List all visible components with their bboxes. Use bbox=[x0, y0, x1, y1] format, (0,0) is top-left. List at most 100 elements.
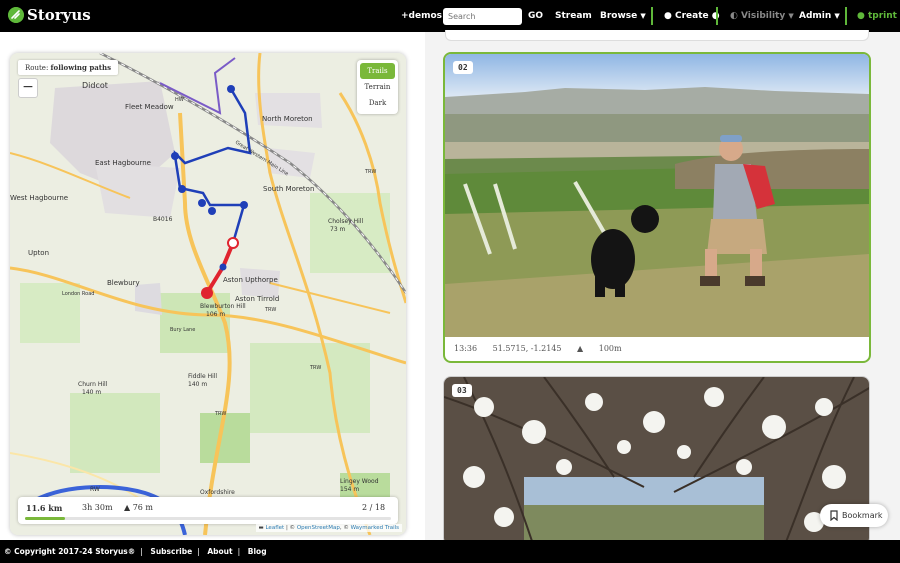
route-map[interactable]: Didcot Fleet Meadow North Moreton East Hagb… bbox=[10, 53, 406, 535]
bullet-icon: ● bbox=[664, 11, 672, 21]
map-place-label: Blewbury bbox=[107, 279, 140, 287]
route-label-prefix: Route: bbox=[25, 64, 49, 72]
uk-flag-icon: ▬ bbox=[258, 525, 264, 531]
logo-text: Storyus bbox=[27, 6, 91, 24]
map-tiles[interactable]: Didcot Fleet Meadow North Moreton East Hagb… bbox=[10, 53, 406, 535]
zoom-out-button[interactable]: − bbox=[18, 78, 38, 98]
waypoint-marker[interactable] bbox=[171, 152, 179, 160]
field-area bbox=[160, 293, 230, 353]
map-place-label: West Hagbourne bbox=[10, 194, 68, 202]
map-place-label: Bury Lane bbox=[170, 327, 195, 333]
waypoint-marker[interactable] bbox=[198, 199, 206, 207]
waypoint-marker[interactable] bbox=[227, 85, 235, 93]
admin-menu[interactable]: Admin ▼ bbox=[799, 0, 840, 32]
ascent-stat: ▲ 76 m bbox=[124, 503, 153, 512]
ascent-triangle-icon: ▲ bbox=[124, 503, 131, 512]
distance-unit: km bbox=[48, 503, 63, 513]
map-place-label: B4016 bbox=[153, 216, 173, 223]
user-menu[interactable]: ● tprint bbox=[857, 0, 897, 32]
demos-link[interactable]: +demos bbox=[401, 0, 442, 32]
map-place-label: Fleet Meadow bbox=[125, 103, 174, 111]
map-place-label: Blewburton Hill bbox=[200, 303, 246, 310]
map-place-label: 154 m bbox=[340, 486, 359, 493]
osm-link[interactable]: OpenStreetMap bbox=[297, 525, 340, 531]
photo-position: 2 / 18 bbox=[362, 503, 386, 512]
progress-track[interactable] bbox=[25, 517, 391, 520]
map-place-label: TRW bbox=[364, 169, 376, 175]
field-area bbox=[70, 393, 160, 473]
map-place-label: TRW bbox=[214, 411, 226, 417]
field-area bbox=[310, 193, 390, 273]
waypoint-marker[interactable] bbox=[240, 201, 248, 209]
map-place-label: East Hagbourne bbox=[95, 159, 151, 167]
map-place-label: Churn Hill bbox=[78, 381, 108, 388]
photo-elevation: ▲ 100m bbox=[577, 344, 635, 353]
create-menu[interactable]: ● Create ● bbox=[664, 0, 720, 32]
subscribe-link[interactable]: Subscribe bbox=[150, 547, 192, 556]
distance-value: 11.6 bbox=[26, 503, 46, 513]
online-dot-icon: ● bbox=[857, 11, 865, 21]
elevation-triangle-icon: ▲ bbox=[577, 344, 584, 353]
visibility-menu[interactable]: ◐ Visibility ▼ bbox=[730, 0, 794, 32]
map-place-label: Cholsey Hill bbox=[328, 218, 363, 225]
caret-down-icon: ▼ bbox=[640, 12, 646, 20]
map-place-label: 73 m bbox=[330, 226, 346, 233]
stream-link[interactable]: Stream bbox=[555, 0, 592, 32]
active-waypoint-marker[interactable] bbox=[201, 287, 213, 299]
about-link[interactable]: About bbox=[207, 547, 232, 556]
photo-time: 13:36 bbox=[454, 344, 478, 353]
map-place-label: Aston Upthorpe bbox=[223, 276, 278, 284]
map-place-label: Upton bbox=[28, 249, 49, 257]
duration-stat: 3h 30m bbox=[82, 503, 113, 512]
layer-option-dark[interactable]: Dark bbox=[360, 95, 395, 111]
layer-switcher: Trails Terrain Dark bbox=[357, 60, 398, 114]
photo-card[interactable]: 03 bbox=[443, 376, 870, 546]
photo-card[interactable]: 02 13:36 51.5715, -1.2145 ▲ 100m bbox=[443, 52, 871, 363]
logo[interactable]: Storyus bbox=[8, 6, 91, 24]
map-place-label: South Moreton bbox=[263, 185, 314, 193]
photo-blossom-trees[interactable] bbox=[444, 377, 870, 546]
map-place-label: Oxfordshire bbox=[200, 489, 235, 496]
map-place-label: North Moreton bbox=[262, 115, 313, 123]
current-photo-marker[interactable] bbox=[227, 237, 239, 249]
search-input[interactable] bbox=[443, 8, 522, 25]
bookmark-button[interactable]: Bookmark bbox=[820, 504, 888, 527]
top-navbar: Storyus +demos GO Stream Browse ▼ ● Crea… bbox=[0, 0, 900, 32]
waypoint-marker[interactable] bbox=[178, 185, 186, 193]
layer-option-terrain[interactable]: Terrain bbox=[360, 79, 395, 95]
map-place-label: TRW bbox=[309, 365, 321, 371]
go-button[interactable]: GO bbox=[528, 0, 543, 32]
map-place-label: Aston Tirrold bbox=[235, 295, 279, 303]
map-place-label: TRW bbox=[264, 307, 276, 313]
route-mode-label: Route: following paths bbox=[18, 60, 119, 75]
nav-divider bbox=[651, 7, 653, 25]
photo-dog-and-walker[interactable] bbox=[445, 54, 869, 337]
map-place-label: HW bbox=[175, 97, 184, 103]
photo-coordinates[interactable]: 51.5715, -1.2145 bbox=[493, 344, 562, 353]
map-place-label: London Road bbox=[62, 291, 94, 297]
waypoint-marker[interactable] bbox=[219, 263, 227, 271]
progress-fill bbox=[25, 517, 66, 520]
photo-metadata: 13:36 51.5715, -1.2145 ▲ 100m bbox=[454, 344, 648, 353]
browse-menu[interactable]: Browse ▼ bbox=[600, 0, 646, 32]
waymarked-link[interactable]: Waymarked Trails bbox=[351, 525, 399, 531]
map-place-label: Fiddle Hill bbox=[188, 373, 217, 380]
visibility-label: Visibility bbox=[741, 11, 786, 21]
nav-divider bbox=[845, 7, 847, 25]
create-label: Create bbox=[675, 11, 709, 21]
photo-number-badge: 03 bbox=[452, 384, 472, 397]
username: tprint bbox=[868, 11, 897, 21]
route-label-value: following paths bbox=[50, 63, 112, 72]
blog-link[interactable]: Blog bbox=[248, 547, 267, 556]
map-place-label: 140 m bbox=[188, 381, 207, 388]
leaflet-link[interactable]: Leaflet bbox=[265, 525, 284, 531]
footer-separator: | bbox=[140, 547, 143, 556]
footer-separator: | bbox=[197, 547, 200, 556]
waypoint-marker[interactable] bbox=[208, 207, 216, 215]
footer-separator: | bbox=[237, 547, 241, 556]
footer: © Copyright 2017-24 Storyus® | Subscribe |… bbox=[0, 540, 900, 563]
route-stats-bar: 11.6 km 3h 30m ▲ 76 m 2 / 18 bbox=[18, 497, 398, 524]
layer-option-trails[interactable]: Trails bbox=[360, 63, 395, 79]
field-area bbox=[250, 343, 370, 433]
town-hagbourne bbox=[95, 163, 180, 218]
